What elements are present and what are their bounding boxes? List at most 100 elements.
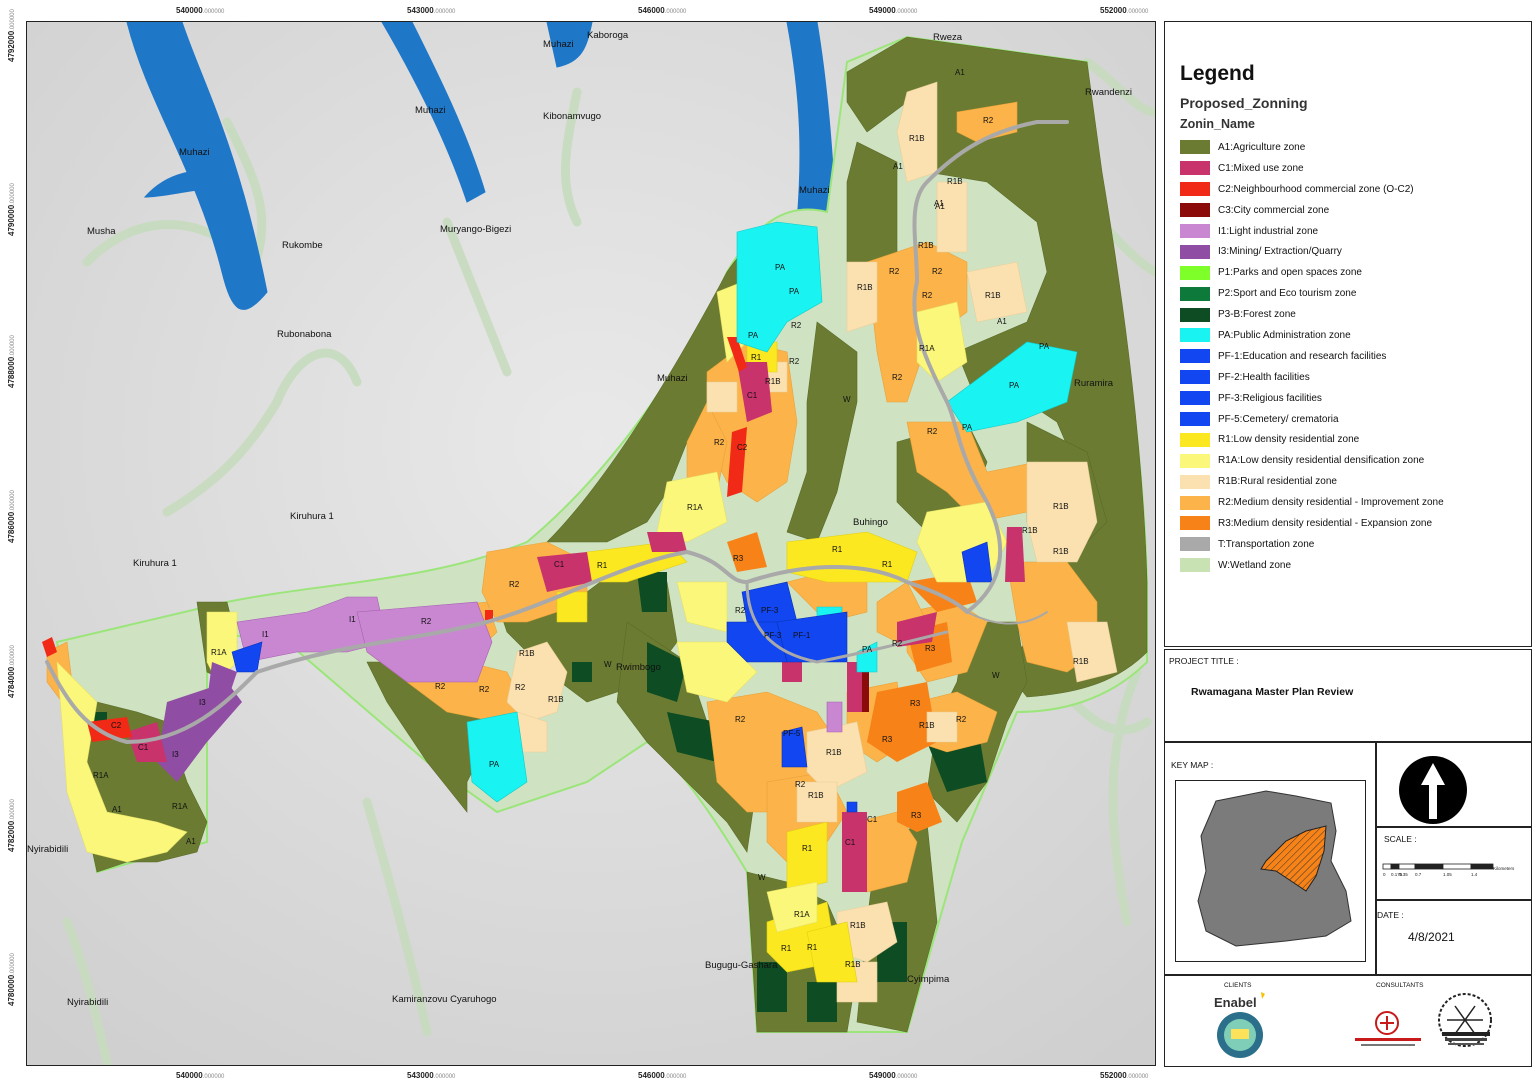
zone-code-label: A1 [935, 202, 945, 211]
place-label: Kiruhura 1 [133, 558, 177, 569]
legend-item-label: C3:City commercial zone [1218, 204, 1330, 216]
legend-swatch [1180, 516, 1210, 531]
northing-label: 4788000.000000 [7, 335, 16, 388]
zone-code-label: R2 [791, 321, 802, 330]
northing-label: 4782000.000000 [7, 799, 16, 852]
legend-item: C3:City commercial zone [1180, 200, 1444, 221]
legend-item: PF-5:Cemetery/ crematoria [1180, 409, 1444, 430]
legend-item: R1A:Low density residential densificatio… [1180, 450, 1444, 471]
legend-item-label: PF-2:Health facilities [1218, 371, 1310, 383]
zone-code-label: A1 [997, 317, 1007, 326]
legend-list: A1:Agriculture zone C1:Mixed use zone C2:N… [1180, 137, 1444, 576]
legend-item: P2:Sport and Eco tourism zone [1180, 283, 1444, 304]
legend-swatch [1180, 140, 1210, 155]
legend-item-label: R2:Medium density residential - Improvem… [1218, 497, 1444, 509]
zone-code-label: R1 [751, 353, 762, 362]
zone-code-label: R3 [925, 644, 936, 653]
legend-item-label: W:Wetland zone [1218, 559, 1292, 571]
legend-item: P1:Parks and open spaces zone [1180, 262, 1444, 283]
legend-item: R1B:Rural residential zone [1180, 471, 1444, 492]
key-map-panel: KEY MAP : [1164, 742, 1376, 975]
zone-code-label: W [992, 671, 1000, 680]
zone-code-label: R2 [922, 291, 933, 300]
legend-title: Legend [1180, 62, 1255, 85]
zone-code-label: R1B [947, 177, 963, 186]
zone-code-label: W [843, 395, 851, 404]
key-map-graphic [1197, 790, 1352, 947]
legend-item-label: P1:Parks and open spaces zone [1218, 267, 1362, 279]
zone-code-label: R1A [919, 344, 935, 353]
zone-code-label: R1B [918, 241, 934, 250]
legend-swatch [1180, 474, 1210, 489]
zone-code-label: R1 [832, 545, 843, 554]
zone-code-label: W [604, 660, 612, 669]
zone-code-label: W [758, 873, 766, 882]
place-label: Kaboroga [587, 30, 629, 41]
legend-item: PA:Public Administration zone [1180, 325, 1444, 346]
zone-code-label: R1B [919, 721, 935, 730]
zone-code-label: R1B [1022, 526, 1038, 535]
enabel-mark-icon [1261, 992, 1265, 999]
zone-code-label: R2 [892, 373, 903, 382]
northing-label: 4792000.000000 [7, 9, 16, 62]
zone-code-label: R2 [889, 267, 900, 276]
zone-code-label: C2 [737, 443, 748, 452]
zone-code-label: R2 [421, 617, 432, 626]
legend-item-label: I3:Mining/ Extraction/Quarry [1218, 246, 1342, 258]
zone-code-label: R2 [927, 427, 938, 436]
legend-item: C1:Mixed use zone [1180, 158, 1444, 179]
zone-code-label: A1 [893, 162, 903, 171]
legend-item-label: R1B:Rural residential zone [1218, 476, 1337, 488]
legend-swatch [1180, 432, 1210, 447]
place-label: Muhazi [415, 105, 446, 116]
zoning-map[interactable]: Muhazi Kaboroga Muhazi Kibonamvugo Muhazi Muh… [27, 22, 1156, 1066]
zone-code-label: R1B [1073, 657, 1089, 666]
legend-swatch [1180, 412, 1210, 427]
zone-code-label: C1 [554, 560, 565, 569]
zone-code-label: A1 [112, 805, 122, 814]
easting-label: 540000.000000 [176, 1071, 225, 1080]
scale-tick-label: 0.7 [1415, 872, 1422, 877]
zone-code-label: R1B [826, 748, 842, 757]
map-frame[interactable]: Muhazi Kaboroga Muhazi Kibonamvugo Muhazi Muh… [26, 21, 1156, 1066]
legend-item-label: R1A:Low density residential densificatio… [1218, 455, 1425, 467]
legend-swatch [1180, 328, 1210, 343]
date-value: 4/8/2021 [1408, 930, 1455, 944]
zone-code-label: R2 [479, 685, 490, 694]
legend-item: PF-1:Education and research facilities [1180, 346, 1444, 367]
zone-code-label: R2 [735, 606, 746, 615]
place-label: Cyimpima [907, 974, 950, 985]
zone-code-label: PA [789, 287, 800, 296]
place-label: Kiruhura 1 [290, 511, 334, 522]
legend-item: R2:Medium density residential - Improvem… [1180, 492, 1444, 513]
legend-item-label: C1:Mixed use zone [1218, 162, 1304, 174]
legend-item: T:Transportation zone [1180, 534, 1444, 555]
zone-code-label: PA [962, 423, 973, 432]
zone-code-label: PF-5 [783, 729, 801, 738]
legend-item-label: A1:Agriculture zone [1218, 141, 1306, 153]
legend-swatch [1180, 203, 1210, 218]
legend-swatch [1180, 182, 1210, 197]
legend-swatch [1180, 265, 1210, 280]
legend-item-label: C2:Neighbourhood commercial zone (O-C2) [1218, 183, 1414, 195]
zone-code-label: R3 [910, 699, 921, 708]
legend-item: P3-B:Forest zone [1180, 304, 1444, 325]
north-arrow-panel [1376, 742, 1532, 827]
zone-code-label: R2 [714, 438, 725, 447]
zone-code-label: C1 [845, 838, 856, 847]
zone-code-label: C1 [138, 743, 149, 752]
zone-code-label: R1 [781, 944, 792, 953]
zone-code-label: R2 [735, 715, 746, 724]
legend-item: C2:Neighbourhood commercial zone (O-C2) [1180, 179, 1444, 200]
zone-code-label: R1 [597, 561, 608, 570]
zone-code-label: A1 [955, 68, 965, 77]
zone-code-label: R1 [882, 560, 893, 569]
logos-panel: CLIENTS CONSULTANTS Enabel [1164, 975, 1532, 1067]
zone-code-label: R1A [211, 648, 227, 657]
place-label: Rweza [933, 32, 963, 43]
legend-item-label: R1:Low density residential zone [1218, 434, 1360, 446]
legend-item: I3:Mining/ Extraction/Quarry [1180, 241, 1444, 262]
easting-label: 543000.000000 [407, 1071, 456, 1080]
legend-item: R3:Medium density residential - Expansio… [1180, 513, 1444, 534]
zone-code-label: R1A [93, 771, 109, 780]
